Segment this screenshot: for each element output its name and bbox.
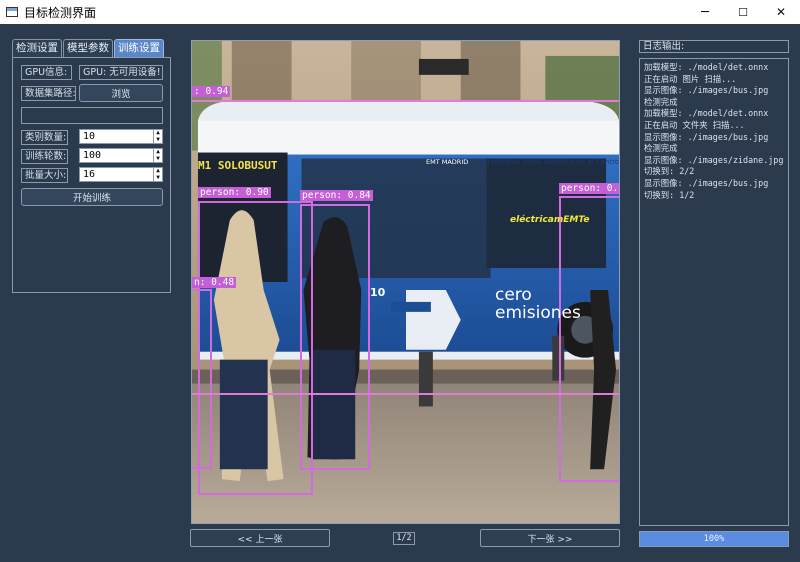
next-image-button[interactable]: 下一张 >> [480,529,620,547]
window-controls: ─ ☐ ✕ [686,0,800,24]
bus-emt-logo: EMT MADRID [426,158,469,166]
log-line: 正在启动 文件夹 扫描... [644,119,745,130]
progress-bar: 100% [639,531,789,547]
page-indicator: 1/2 [393,532,415,545]
log-header: 日志输出: [639,40,789,53]
training-settings-pane: GPU信息: GPU: 无可用设备! 数据集路径: 浏览 类别数量: 10 ▲ ▼… [12,57,171,293]
log-line: 加载模型: ./model/det.onnx [644,62,769,72]
batch-size-value: 16 [83,169,96,180]
dataset-path-label: 数据集路径: [21,86,76,101]
close-button[interactable]: ✕ [762,0,800,24]
epochs-stepper[interactable]: ▲ ▼ [153,149,162,162]
spin-down-icon[interactable]: ▼ [154,155,162,163]
log-line: 显示图像: ./images/bus.jpg [644,131,769,142]
batch-size-stepper[interactable]: ▲ ▼ [153,168,162,181]
gpu-info-value: GPU: 无可用设备! [79,65,163,80]
tab-detection-settings[interactable]: 检测设置 [12,39,62,57]
bus-emisiones-text: emisiones [495,303,581,323]
bus-number-text: 10 [370,286,386,299]
num-classes-label: 类别数量: [21,130,68,145]
dataset-path-field[interactable] [21,107,163,124]
log-line: 正在启动 图片 扫描... [644,73,737,84]
log-line: 加载模型: ./model/det.onnx [644,108,769,119]
previous-image-button[interactable]: << 上一张 [190,529,330,547]
title-bar: 目标检测界面 ─ ☐ ✕ [0,0,800,24]
batch-size-spinbox[interactable]: 16 ▲ ▼ [79,167,163,182]
app-icon [6,7,18,17]
batch-size-label: 批量大小: [21,168,68,183]
log-line: 显示图像: ./images/bus.jpg [644,177,769,188]
maximize-button[interactable]: ☐ [724,0,762,24]
settings-tabs: 检测设置 模型参数 训练设置 [12,39,165,57]
log-output[interactable]: 加载模型: ./model/det.onnx 正在启动 图片 扫描... 显示图像:… [639,58,789,526]
epochs-value: 100 [83,150,102,161]
gpu-info-label: GPU信息: [21,65,72,80]
spin-down-icon[interactable]: ▼ [154,174,162,182]
num-classes-spinbox[interactable]: 10 ▲ ▼ [79,129,163,144]
bus-cero-text: cero [495,285,532,305]
tab-model-params[interactable]: 模型参数 [63,39,113,57]
log-line: 切换到: 1/2 [644,189,695,200]
log-line: 显示图像: ./images/bus.jpg [644,85,769,96]
progress-text: 100% [703,534,725,544]
start-training-button[interactable]: 开始训练 [21,188,163,206]
window-title: 目标检测界面 [24,5,97,20]
num-classes-value: 10 [83,131,96,142]
tab-training-settings[interactable]: 训练设置 [114,39,164,57]
log-line: 显示图像: ./images/zidane.jpg [644,154,784,165]
log-line: 切换到: 2/2 [644,166,695,177]
bus-route-sign: M1 SOLOBUSUT [198,159,278,172]
detection-label: : 0.94 [192,86,231,97]
detection-image-view: person: 0.90 person: 0.84 person: 0.85 n… [191,40,620,524]
detection-box-bus [192,100,619,395]
epochs-spinbox[interactable]: 100 ▲ ▼ [79,148,163,163]
num-classes-stepper[interactable]: ▲ ▼ [153,130,162,143]
bus-banner-text: Un minibus 100% eléctrico en el Centro [480,158,620,166]
log-line: 检测完成 [644,143,678,154]
epochs-label: 训练轮数: [21,149,68,164]
bus-electric-text: eléctricamEMTe [510,215,590,225]
minimize-button[interactable]: ─ [686,0,724,24]
spin-down-icon[interactable]: ▼ [154,136,162,144]
browse-button[interactable]: 浏览 [79,84,163,102]
log-line: 检测完成 [644,96,678,107]
